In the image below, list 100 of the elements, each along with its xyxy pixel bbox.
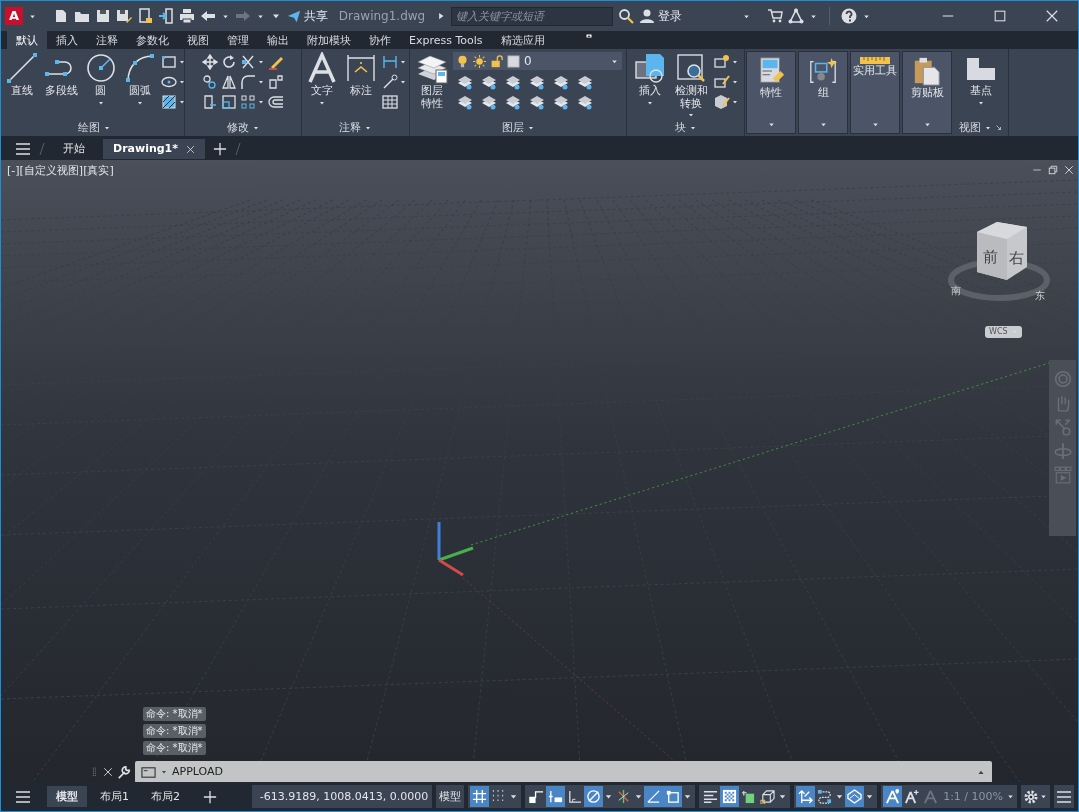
ribbon-tab[interactable]: 输出	[258, 31, 298, 49]
layer-dropdown[interactable]: 0	[453, 52, 622, 70]
stretch-icon[interactable]	[202, 94, 218, 110]
ribbon-tool-button[interactable]: 基点	[962, 52, 999, 107]
layout-tab[interactable]: 模型	[47, 785, 87, 808]
panel-title-button[interactable]: 图层	[501, 120, 524, 135]
ribbon-tab[interactable]: 视图	[178, 31, 218, 49]
layer-tool-icon[interactable]	[529, 74, 545, 90]
block-attribute-icon[interactable]	[714, 94, 730, 110]
status-toggle-button[interactable]	[796, 786, 816, 807]
command-line-field[interactable]: APPLOAD	[135, 761, 992, 782]
ribbon-tab[interactable]: 协作	[360, 31, 400, 49]
save-icon[interactable]	[95, 8, 111, 24]
collapsed-panel-button[interactable]: 剪贴板	[903, 52, 951, 133]
sign-in-button[interactable]: 登录	[639, 8, 682, 24]
new-tab-icon[interactable]	[213, 142, 228, 156]
mirror-icon[interactable]	[221, 74, 237, 90]
ribbon-tab[interactable]: 管理	[218, 31, 258, 49]
offset-icon[interactable]	[268, 94, 284, 110]
layer-tool-icon[interactable]	[505, 74, 521, 90]
ribbon-tab[interactable]: 精选应用	[491, 31, 554, 49]
document-icon[interactable]	[137, 8, 153, 24]
trim-icon[interactable]	[240, 54, 256, 70]
ribbon-tab[interactable]: 注释	[87, 31, 127, 49]
share-button[interactable]: 共享	[287, 8, 328, 24]
block-edit-icon[interactable]	[714, 74, 730, 90]
layout-tab[interactable]: 布局2	[142, 785, 189, 808]
search-field[interactable]: 键入关键字或短语	[451, 6, 613, 26]
ribbon-tab[interactable]: 插入	[47, 31, 87, 49]
ribbon-tool-button[interactable]: 圆弧	[121, 52, 158, 107]
ribbon-tool-button[interactable]: 检测和转换	[671, 52, 711, 120]
cart-icon[interactable]	[767, 8, 783, 24]
viewport-close-icon[interactable]	[1064, 165, 1074, 175]
dropdown-caret-icon[interactable]	[731, 58, 739, 66]
explode-icon[interactable]	[268, 74, 284, 90]
customize-menu-icon[interactable]	[1056, 788, 1072, 805]
dropdown-caret-icon[interactable]	[1039, 792, 1048, 801]
leader-icon[interactable]	[382, 74, 398, 90]
panel-title-button[interactable]: 视图	[958, 120, 981, 135]
copy-icon[interactable]	[202, 74, 218, 90]
dropdown-caret-icon[interactable]	[257, 78, 265, 86]
ribbon-tool-button[interactable]: 圆	[82, 52, 119, 107]
scale-icon[interactable]	[221, 94, 237, 110]
dropdown-caret-icon[interactable]	[177, 78, 186, 86]
layer-tool-icon[interactable]	[553, 74, 569, 90]
save-as-icon[interactable]	[116, 8, 132, 24]
layer-tool-icon[interactable]	[505, 94, 521, 110]
customize-wrench-icon[interactable]	[117, 765, 131, 779]
ribbon-tool-button[interactable]: 文字	[304, 52, 340, 107]
ribbon-tab[interactable]: Express Tools	[400, 31, 492, 49]
eraser-icon[interactable]	[268, 54, 284, 70]
status-toggle-button[interactable]	[845, 786, 865, 807]
ribbon-tool-button[interactable]: 标注	[343, 52, 379, 98]
layer-tool-icon[interactable]	[457, 74, 473, 90]
undo-icon[interactable]	[200, 8, 216, 24]
dropdown-caret-icon[interactable]	[257, 58, 265, 66]
panel-title-button[interactable]: 块	[674, 121, 686, 135]
status-toggle-button[interactable]	[720, 786, 740, 807]
dropdown-caret-icon[interactable]	[257, 98, 265, 106]
ribbon-tab[interactable]: 参数化	[127, 31, 178, 49]
dropdown-caret-icon[interactable]	[399, 78, 407, 86]
dropdown-caret-icon[interactable]	[399, 58, 407, 66]
panel-title-button[interactable]: 绘图	[78, 120, 100, 135]
dropdown-caret-icon[interactable]	[731, 98, 739, 106]
viewport-restore-icon[interactable]	[1048, 165, 1058, 175]
ellipse-icon[interactable]	[160, 74, 177, 90]
viewport-label[interactable]: [-][自定义视图][真实]	[7, 164, 114, 178]
ribbon-tool-button[interactable]: 插入	[632, 52, 668, 107]
settings-icon[interactable]	[1023, 788, 1039, 805]
move-icon[interactable]	[202, 54, 218, 70]
panel-title-button[interactable]: 修改	[226, 120, 249, 135]
ribbon-tool-button[interactable]: 直线	[3, 52, 40, 98]
expand-arrow-icon[interactable]	[436, 11, 446, 21]
ribbon-tab[interactable]: 默认	[7, 31, 47, 49]
print-icon[interactable]	[179, 8, 195, 24]
rectangle-icon[interactable]	[160, 54, 177, 70]
dropdown-caret-icon[interactable]	[1006, 792, 1015, 801]
layer-tool-icon[interactable]	[553, 94, 569, 110]
layer-tool-icon[interactable]	[529, 94, 545, 110]
maximize-icon[interactable]	[993, 9, 1007, 23]
import-icon[interactable]	[158, 8, 174, 24]
model-space-button[interactable]: 模型	[436, 785, 465, 808]
dropdown-caret-icon[interactable]	[731, 78, 739, 86]
network-icon[interactable]	[788, 8, 804, 24]
menu-icon[interactable]	[15, 788, 31, 805]
collapsed-panel-button[interactable]: 组	[799, 52, 847, 133]
hatch-icon[interactable]	[160, 94, 177, 110]
status-toggle-button[interactable]	[663, 786, 683, 807]
layer-tool-icon[interactable]	[457, 94, 473, 110]
status-toggle-button[interactable]	[883, 786, 903, 807]
block-icon[interactable]	[714, 54, 730, 70]
file-tab[interactable]: Drawing1*	[103, 139, 206, 159]
app-logo-button[interactable]: A	[5, 7, 23, 25]
layer-tool-icon[interactable]	[481, 94, 497, 110]
dialog-launcher-icon[interactable]	[994, 123, 1003, 132]
close-command-icon[interactable]	[103, 767, 113, 777]
layout-tab[interactable]: 布局1	[91, 785, 138, 808]
array-icon[interactable]	[240, 94, 256, 110]
collapsed-panel-button[interactable]: 实用工具	[851, 52, 899, 133]
add-layout-icon[interactable]	[203, 789, 217, 804]
